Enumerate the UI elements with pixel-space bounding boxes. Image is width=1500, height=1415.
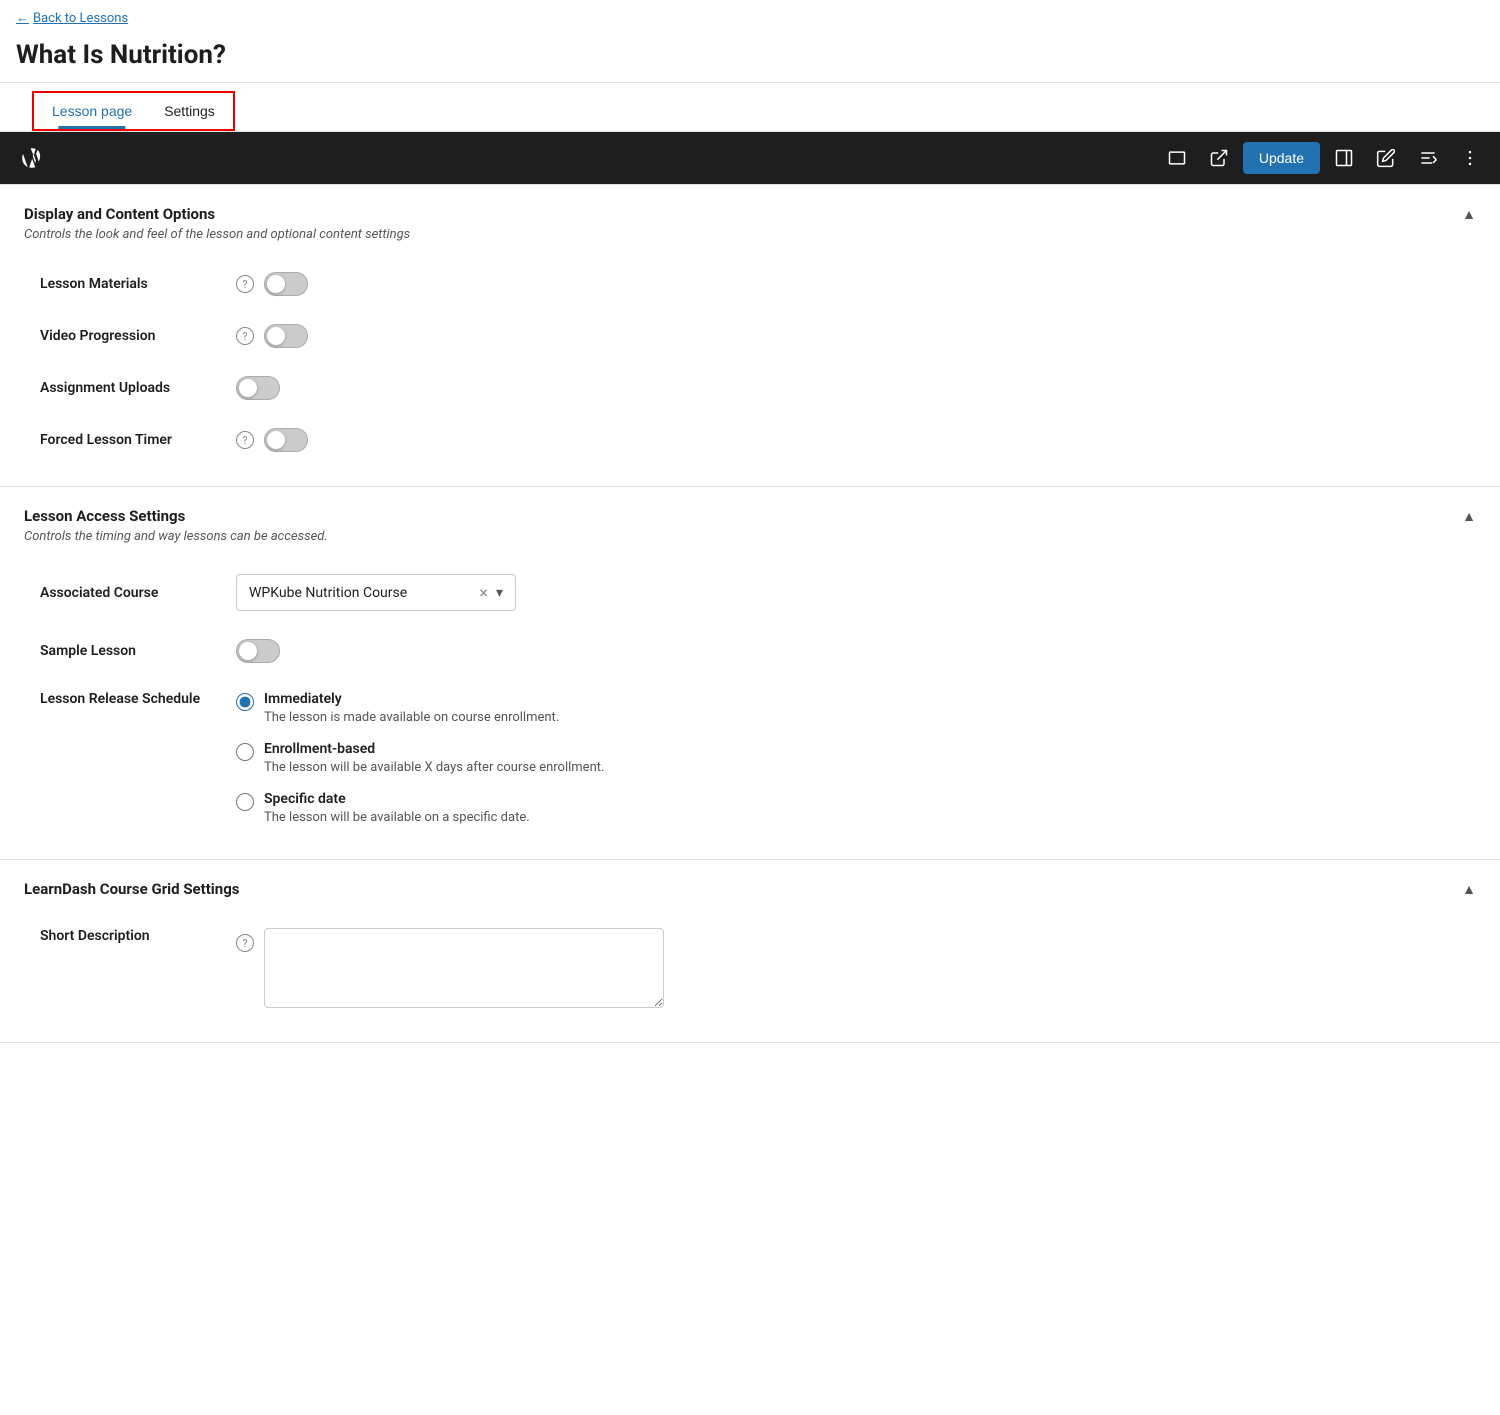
editor-toolbar: Update <box>0 132 1500 185</box>
release-specific-date-label: Specific date <box>264 791 530 807</box>
lesson-materials-help-icon[interactable]: ? <box>236 275 254 293</box>
assignment-uploads-toggle[interactable] <box>236 376 280 400</box>
display-content-title: Display and Content Options <box>24 205 215 223</box>
associated-course-value: WPKube Nutrition Course <box>249 585 471 601</box>
course-grid-section: LearnDash Course Grid Settings ▲ Short D… <box>0 860 1500 1043</box>
lesson-materials-row: Lesson Materials ? <box>24 258 1476 310</box>
release-immediately-option: Immediately The lesson is made available… <box>236 691 604 725</box>
release-schedule-row: Lesson Release Schedule Immediately The … <box>24 677 1476 839</box>
short-description-textarea[interactable] <box>264 928 664 1008</box>
release-specific-date-desc: The lesson will be available on a specif… <box>264 810 530 825</box>
tab-lesson-page[interactable]: Lesson page <box>36 93 148 129</box>
lesson-access-subtitle: Controls the timing and way lessons can … <box>24 529 1476 544</box>
assignment-uploads-row: Assignment Uploads <box>24 362 1476 414</box>
tab-settings[interactable]: Settings <box>148 93 231 129</box>
release-enrollment-option: Enrollment-based The lesson will be avai… <box>236 741 604 775</box>
assignment-uploads-label: Assignment Uploads <box>40 380 220 396</box>
video-progression-help-icon[interactable]: ? <box>236 327 254 345</box>
display-content-subtitle: Controls the look and feel of the lesson… <box>24 227 1476 242</box>
lesson-materials-label: Lesson Materials <box>40 276 220 292</box>
release-immediately-radio[interactable] <box>236 693 254 711</box>
video-progression-row: Video Progression ? <box>24 310 1476 362</box>
sidebar-toggle-button[interactable] <box>1326 142 1362 174</box>
lesson-materials-toggle[interactable] <box>264 272 308 296</box>
lesson-access-section: Lesson Access Settings ▲ Controls the ti… <box>0 487 1500 860</box>
associated-course-label: Associated Course <box>40 585 220 601</box>
edit-icon-button[interactable] <box>1368 142 1404 174</box>
short-description-label: Short Description <box>40 928 220 944</box>
wp-logo <box>12 138 52 178</box>
release-specific-date-option: Specific date The lesson will be availab… <box>236 791 604 825</box>
video-progression-toggle[interactable] <box>264 324 308 348</box>
course-grid-title: LearnDash Course Grid Settings <box>24 880 239 898</box>
forced-lesson-timer-help-icon[interactable]: ? <box>236 431 254 449</box>
release-specific-date-radio[interactable] <box>236 793 254 811</box>
sample-lesson-toggle[interactable] <box>236 639 280 663</box>
main-content: Display and Content Options ▲ Controls t… <box>0 185 1500 1043</box>
release-schedule-label: Lesson Release Schedule <box>40 691 220 707</box>
update-button[interactable]: Update <box>1243 142 1320 174</box>
lesson-access-collapse[interactable]: ▲ <box>1462 508 1476 525</box>
short-description-help-icon[interactable]: ? <box>236 934 254 952</box>
display-content-collapse[interactable]: ▲ <box>1462 206 1476 223</box>
back-to-lessons-link[interactable]: ← Back to Lessons <box>0 0 144 36</box>
back-arrow-icon: ← <box>16 10 29 26</box>
lesson-access-title: Lesson Access Settings <box>24 507 185 525</box>
associated-course-dropdown[interactable]: WPKube Nutrition Course × ▾ <box>236 574 516 611</box>
associated-course-clear-icon[interactable]: × <box>479 583 488 602</box>
associated-course-row: Associated Course WPKube Nutrition Cours… <box>24 560 1476 625</box>
view-icon-button[interactable] <box>1159 142 1195 174</box>
forced-lesson-timer-row: Forced Lesson Timer ? <box>24 414 1476 466</box>
sample-lesson-row: Sample Lesson <box>24 625 1476 677</box>
display-content-section: Display and Content Options ▲ Controls t… <box>0 185 1500 487</box>
external-link-icon-button[interactable] <box>1201 142 1237 174</box>
tabs-container: Lesson page Settings <box>32 91 235 131</box>
forced-lesson-timer-toggle[interactable] <box>264 428 308 452</box>
sample-lesson-label: Sample Lesson <box>40 643 220 659</box>
structure-icon-button[interactable] <box>1410 142 1446 174</box>
release-enrollment-desc: The lesson will be available X days afte… <box>264 760 604 775</box>
short-description-row: Short Description ? <box>24 914 1476 1022</box>
release-enrollment-label: Enrollment-based <box>264 741 604 757</box>
more-options-button[interactable] <box>1452 142 1488 174</box>
release-immediately-label: Immediately <box>264 691 559 707</box>
course-grid-collapse[interactable]: ▲ <box>1462 881 1476 898</box>
video-progression-label: Video Progression <box>40 328 220 344</box>
release-schedule-options: Immediately The lesson is made available… <box>236 691 604 825</box>
forced-lesson-timer-label: Forced Lesson Timer <box>40 432 220 448</box>
release-immediately-desc: The lesson is made available on course e… <box>264 710 559 725</box>
page-title: What Is Nutrition? <box>0 36 1500 82</box>
associated-course-arrow-icon: ▾ <box>496 585 503 601</box>
release-enrollment-radio[interactable] <box>236 743 254 761</box>
